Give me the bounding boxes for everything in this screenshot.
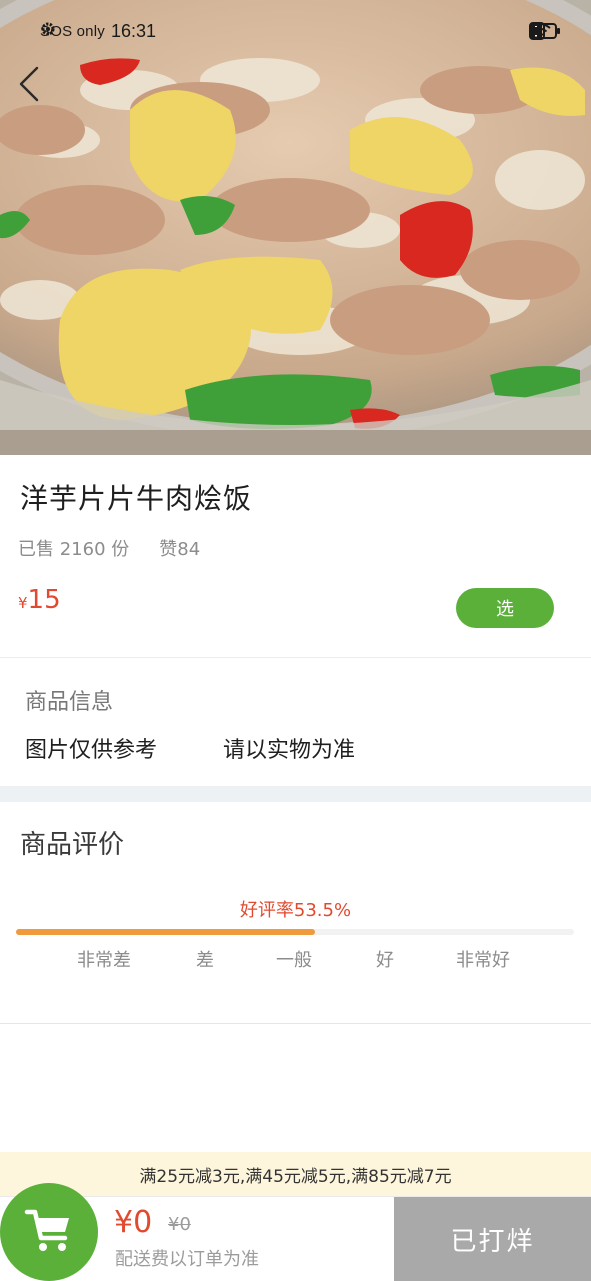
like-count: 赞84 bbox=[159, 539, 201, 560]
rating-level[interactable]: 一般 bbox=[276, 946, 312, 972]
price-value: 15 bbox=[27, 585, 61, 615]
section-separator bbox=[0, 786, 591, 802]
rating-level[interactable]: 差 bbox=[196, 946, 214, 972]
product-info-note: 图片仅供参考 bbox=[25, 738, 158, 763]
promo-banner: 满25元减3元,满45元减5元,满85元减7元 bbox=[0, 1152, 591, 1196]
rating-level[interactable]: 好 bbox=[376, 946, 394, 972]
product-info-label: 商品信息 bbox=[25, 690, 114, 715]
cart-bar: ¥0 ¥0 配送费以订单为准 已打烊 bbox=[0, 1183, 591, 1281]
cart-icon bbox=[23, 1204, 75, 1260]
cart-total: ¥0 bbox=[114, 1205, 153, 1240]
sales-meta: 已售 2160 份 赞84 bbox=[18, 535, 200, 561]
original-total: ¥0 bbox=[168, 1214, 191, 1235]
reviews-title: 商品评价 bbox=[20, 830, 125, 860]
product-info-note: 请以实物为准 bbox=[223, 738, 356, 763]
clock: 16:31 bbox=[110, 21, 157, 41]
product-summary: 洋芋片片牛肉烩饭 已售 2160 份 赞84 ¥15 选 bbox=[0, 455, 591, 657]
cart-button[interactable] bbox=[0, 1183, 98, 1281]
rating-level[interactable]: 非常差 bbox=[77, 946, 131, 972]
positive-rate: 好评率53.5% bbox=[239, 900, 352, 921]
rating-level[interactable]: 非常好 bbox=[456, 946, 510, 972]
rating-bar-fill bbox=[16, 929, 315, 935]
food-image bbox=[0, 0, 591, 455]
product-photo: SOS only 16:31 bbox=[0, 0, 591, 455]
back-button[interactable] bbox=[18, 66, 58, 106]
sold-count: 已售 2160 份 bbox=[18, 539, 130, 560]
delivery-fee-note: 配送费以订单为准 bbox=[115, 1249, 259, 1270]
product-price: ¥15 bbox=[18, 585, 61, 615]
select-button[interactable]: 选 bbox=[456, 588, 554, 628]
product-title: 洋芋片片牛肉烩饭 bbox=[20, 482, 253, 515]
store-closed-button[interactable]: 已打烊 bbox=[394, 1197, 591, 1281]
status-bar: SOS only 16:31 bbox=[0, 0, 591, 62]
currency-symbol: ¥ bbox=[18, 594, 28, 612]
reviews-section: 商品评价 好评率53.5% 非常差 差 一般 好 非常好 bbox=[0, 802, 591, 1023]
product-info-section: 商品信息 图片仅供参考 请以实物为准 bbox=[0, 658, 591, 786]
divider bbox=[0, 1023, 591, 1024]
